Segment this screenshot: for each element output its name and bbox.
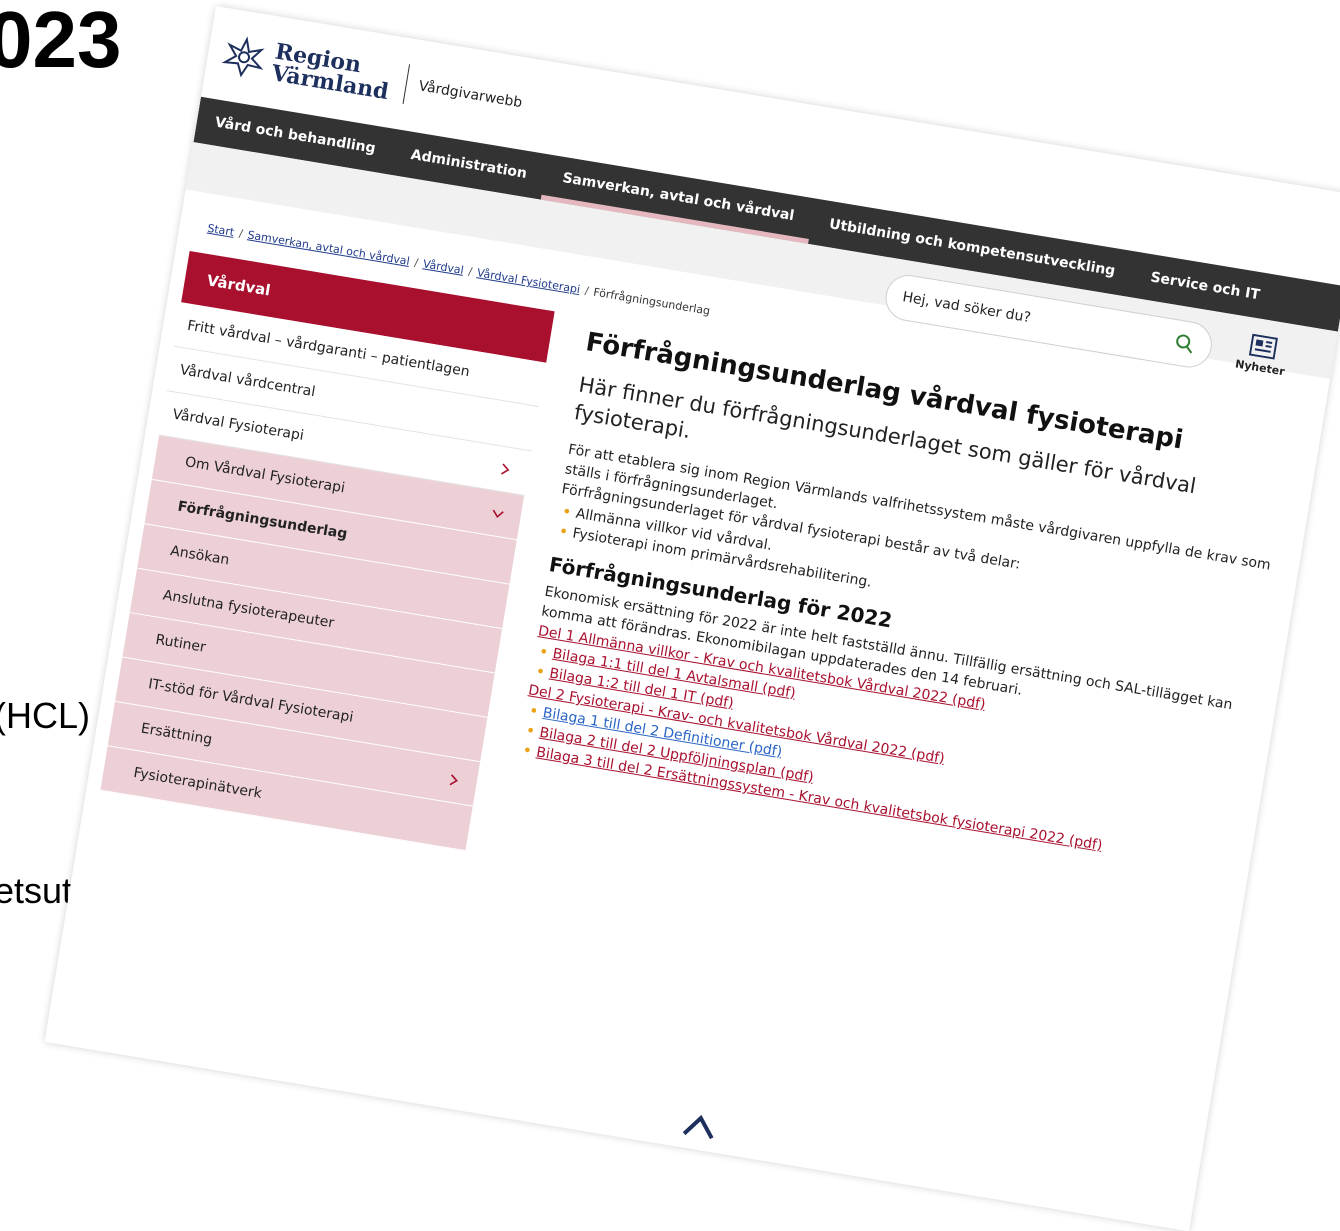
news-button[interactable]: Nyheter [1232, 331, 1292, 378]
site-name: Vårdgivarwebb [417, 78, 524, 112]
main-content: Förfrågningsunderlag vårdval fysioterapi… [517, 327, 1299, 877]
website-screenshot: Region Värmland Vårdgivarwebb Vård och b… [44, 6, 1340, 1231]
slide-year-fragment: 023 [0, 0, 122, 84]
breadcrumb-vardval-fysioterapi[interactable]: Vårdval Fysioterapi [476, 266, 581, 296]
sidenav-item-label: Vårdval vårdcentral [178, 362, 317, 401]
chevron-right-icon[interactable] [497, 461, 513, 477]
chevron-right-icon[interactable] [446, 772, 462, 788]
newspaper-icon [1248, 333, 1279, 360]
breadcrumb-separator: / [413, 255, 420, 270]
breadcrumb-current: Förfrågningsunderlag [592, 285, 711, 318]
sidenav-item-label: Vårdval Fysioterapi [171, 406, 305, 444]
logo-wordmark: Region Värmland [270, 38, 394, 105]
breadcrumb-start[interactable]: Start [207, 222, 236, 239]
news-label: Nyheter [1234, 357, 1286, 379]
slide-hcl-fragment: (HCL) [0, 695, 90, 736]
logo-divider [402, 64, 411, 104]
side-navigation: Vårdval Fritt vårdval – vårdgaranti – pa… [100, 250, 555, 852]
region-varmland-logo-icon[interactable] [219, 32, 270, 83]
sidenav-item-label: Ersättning [139, 720, 214, 749]
chevron-down-icon[interactable] [490, 506, 506, 522]
sidenav-item-label: Ansökan [169, 542, 231, 569]
sidenav-item-label: Fysioterapinätverk [132, 764, 263, 802]
scroll-to-top-icon[interactable] [678, 1107, 722, 1143]
sidenav-item-label: Rutiner [154, 631, 207, 656]
breadcrumb-samverkan[interactable]: Samverkan, avtal och vårdval [247, 228, 411, 268]
breadcrumb-separator: / [237, 226, 244, 241]
search-icon[interactable] [1173, 332, 1196, 355]
breadcrumb-separator: / [583, 284, 590, 298]
breadcrumb-vardval[interactable]: Vårdval [422, 257, 465, 277]
breadcrumb-separator: / [467, 264, 474, 279]
